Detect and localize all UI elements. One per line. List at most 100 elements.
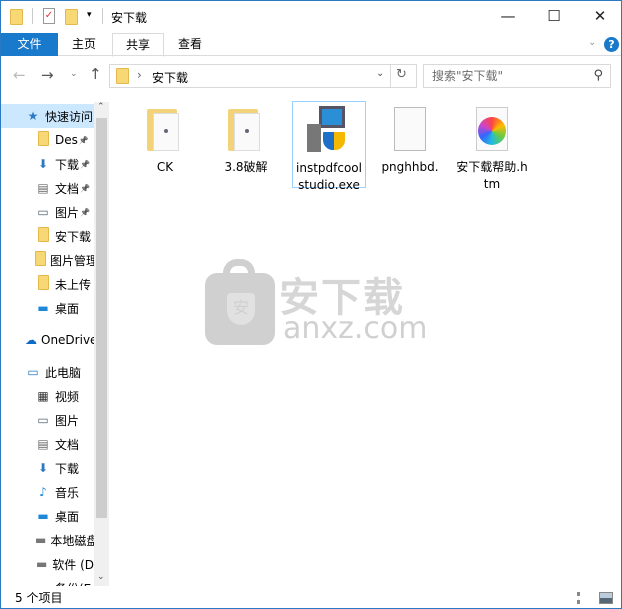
tab-file[interactable]: 文件 — [1, 33, 58, 56]
file-item[interactable]: pnghhbd. — [373, 101, 447, 176]
folder-icon — [35, 131, 51, 149]
forward-button[interactable]: → — [41, 66, 54, 84]
file-name: 3.8破解 — [224, 160, 268, 174]
pin-icon[interactable]: 📌 — [80, 208, 90, 217]
nav-item[interactable]: 未上传 — [1, 272, 94, 296]
nav-item-label: 桌面 — [55, 509, 80, 524]
nav-item-label: 文档 — [55, 437, 80, 452]
pin-icon[interactable]: 📌 — [80, 184, 90, 193]
nav-item-label: 备份(E — [55, 580, 91, 587]
nav-item[interactable]: ▤ 文档 📌 — [1, 176, 94, 200]
properties-icon[interactable]: ✓ — [43, 8, 55, 24]
large-icons-view-button[interactable] — [599, 592, 613, 604]
file-name: 安下载帮助.htm — [456, 160, 528, 191]
nav-item-label: 安下载 — [55, 229, 92, 244]
nav-item[interactable]: ▭ 此电脑 — [1, 360, 94, 384]
download-icon: ⬇ — [37, 157, 49, 171]
folder-icon — [35, 227, 51, 245]
ribbon-tabs: 文件 主页 共享 查看 ⌄ ? — [1, 33, 621, 57]
details-view-button[interactable] — [577, 592, 589, 604]
file-name: CK — [156, 160, 174, 174]
search-icon: ⚲ — [593, 68, 603, 83]
cloud-icon: ☁ — [25, 333, 37, 347]
picture-icon: ▭ — [37, 205, 49, 219]
file-item[interactable]: instpdfcoolstudio.exe — [292, 101, 366, 192]
download-icon: ⬇ — [37, 461, 49, 475]
nav-item[interactable]: ▬ 本地磁盘 — [1, 528, 94, 552]
drive-icon: ▬ — [35, 557, 48, 571]
nav-item[interactable]: ▭ 图片 — [1, 408, 94, 432]
nav-item-label: 文档 — [55, 181, 80, 196]
customize-toolbar-icon[interactable]: ▾ — [87, 10, 92, 20]
nav-item-label: 下载 — [55, 461, 80, 476]
document-icon: ▤ — [37, 437, 49, 451]
nav-item[interactable]: ☁ OneDrive — [1, 328, 94, 352]
nav-item[interactable]: ▭ 图片 📌 — [1, 200, 94, 224]
search-input[interactable]: 搜索"安下载" ⚲ — [423, 64, 611, 88]
nav-item[interactable]: 图片管理 — [1, 248, 94, 272]
nav-item[interactable]: ▬ 桌面 — [1, 296, 94, 320]
drive-icon: ▬ — [35, 533, 47, 547]
expand-ribbon-icon[interactable]: ⌄ — [588, 37, 596, 48]
nav-item[interactable]: 安下载 — [1, 224, 94, 248]
file-item[interactable]: 安下载帮助.htm — [455, 101, 529, 193]
nav-item-label: 音乐 — [55, 485, 80, 500]
recent-locations-button[interactable]: ⌄ — [70, 69, 78, 79]
scrollbar-thumb[interactable] — [96, 118, 107, 518]
maximize-button[interactable]: ☐ — [531, 1, 577, 31]
title-bar: ✓ ▾ 安下载 — ☐ ✕ — [1, 1, 621, 33]
address-dropdown-icon[interactable]: ⌄ — [376, 68, 384, 79]
tab-home[interactable]: 主页 — [58, 33, 110, 56]
nav-item[interactable]: ⬇ 下载 📌 — [1, 152, 94, 176]
nav-item-label: 视频 — [55, 389, 80, 404]
scroll-up-icon[interactable]: ⌃ — [97, 102, 105, 112]
file-item[interactable]: CK — [128, 101, 202, 176]
nav-item-label: 图片管理 — [50, 253, 94, 268]
refresh-icon[interactable]: ↻ — [396, 67, 407, 82]
nav-item-label: OneDrive — [41, 333, 94, 347]
nav-item-label: Des — [55, 133, 78, 147]
drive-icon: ▬ — [35, 581, 51, 586]
nav-item-label: 未上传 — [55, 277, 92, 292]
nav-item[interactable]: Des 📌 — [1, 128, 94, 152]
nav-item[interactable]: ⬇ 下载 — [1, 456, 94, 480]
new-folder-icon[interactable] — [65, 9, 78, 25]
nav-item[interactable]: ▤ 文档 — [1, 432, 94, 456]
folder-icon — [141, 105, 189, 153]
file-item[interactable]: 3.8破解 — [209, 101, 283, 176]
pin-icon[interactable]: 📌 — [80, 160, 90, 169]
folder-icon — [222, 105, 270, 153]
address-bar[interactable]: › 安下载 ⌄ ↻ — [109, 64, 417, 88]
tab-view[interactable]: 查看 — [164, 33, 216, 56]
nav-item-label: 软件 (D — [52, 557, 94, 572]
file-name: instpdfcoolstudio.exe — [296, 161, 362, 192]
nav-item[interactable]: ▬ 桌面 — [1, 504, 94, 528]
navigation-pane: ★ 快速访问 Des 📌 ⬇ 下载 📌 ▤ 文档 📌 ▭ 图片 📌 安下载 图片管理 未上传 ▬ 桌面 ☁ OneDr… — [1, 102, 94, 586]
pin-icon[interactable]: 📌 — [79, 136, 89, 145]
star-icon: ★ — [27, 109, 39, 123]
search-placeholder: 搜索"安下载" — [432, 69, 504, 83]
nav-item[interactable]: ▬ 备份(E — [1, 576, 94, 586]
nav-item[interactable]: ▬ 软件 (D — [1, 552, 94, 576]
document-icon: ▤ — [37, 181, 49, 195]
picture-icon: ▭ — [37, 413, 49, 427]
nav-scrollbar[interactable]: ⌃ ⌄ — [94, 102, 109, 586]
up-button[interactable]: ↑ — [89, 65, 102, 83]
nav-item[interactable]: ★ 快速访问 — [1, 104, 94, 128]
tab-share[interactable]: 共享 — [112, 33, 164, 57]
status-bar: 5 个项目 — [1, 588, 621, 608]
back-button[interactable]: ← — [13, 66, 26, 84]
scroll-down-icon[interactable]: ⌄ — [97, 572, 105, 582]
nav-item[interactable]: ▦ 视频 — [1, 384, 94, 408]
nav-item-label: 下载 — [55, 157, 80, 172]
close-button[interactable]: ✕ — [577, 1, 622, 31]
html-file-icon — [468, 105, 516, 153]
minimize-button[interactable]: — — [485, 1, 531, 31]
help-icon[interactable]: ? — [604, 37, 619, 52]
breadcrumb-current[interactable]: 安下载 — [152, 69, 188, 86]
nav-item-label: 图片 — [55, 413, 80, 428]
nav-item-label: 桌面 — [55, 301, 80, 316]
window-title: 安下载 — [111, 11, 148, 25]
file-name: pnghhbd. — [381, 160, 439, 174]
nav-item[interactable]: ♪ 音乐 — [1, 480, 94, 504]
